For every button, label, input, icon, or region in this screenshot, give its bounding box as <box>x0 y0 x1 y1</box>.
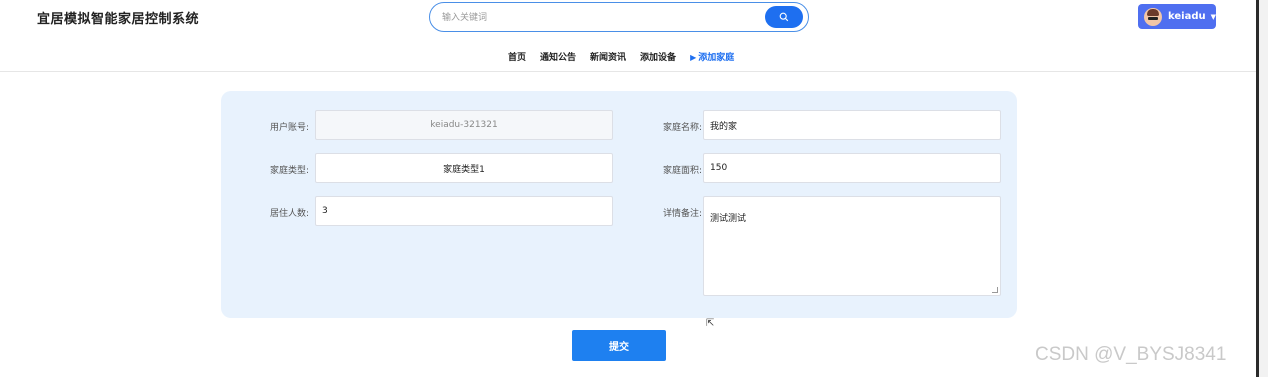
family-type-label: 家庭类型: <box>269 166 309 176</box>
main-nav: 首页 通知公告 新闻资讯 添加设备 ▶ 添加家庭 <box>508 50 762 63</box>
nav-item-home[interactable]: 首页 <box>508 50 526 63</box>
user-menu-button[interactable]: keiadu ▼ <box>1138 4 1216 29</box>
page: 宜居模拟智能家居控制系统 keiadu ▼ 首页 通知公告 新闻资讯 添加设备 … <box>0 0 1268 377</box>
submit-button[interactable]: 提交 <box>572 330 666 361</box>
resize-handle-icon[interactable] <box>992 287 998 293</box>
avatar-icon <box>1144 7 1162 26</box>
search-icon <box>779 12 789 22</box>
nav-item-notices[interactable]: 通知公告 <box>540 50 576 63</box>
area-label: 家庭面积: <box>662 166 702 176</box>
triangle-right-icon: ▶ <box>690 53 697 62</box>
family-name-label: 家庭名称: <box>662 123 702 133</box>
form-panel: 用户账号: keiadu-321321 家庭类型: 家庭类型1 居住人数: 3 … <box>221 91 1017 318</box>
nav-divider <box>0 71 1258 72</box>
watermark: CSDN @V_BYSJ8341 <box>1035 344 1227 365</box>
search-input[interactable] <box>442 9 742 27</box>
family-name-field[interactable]: 我的家 <box>703 110 1001 140</box>
notes-textarea[interactable]: 测试测试 <box>703 196 1001 296</box>
notes-label: 详情备注: <box>662 209 702 219</box>
window-edge-bg <box>1259 0 1268 377</box>
nav-item-add-family[interactable]: ▶ 添加家庭 <box>690 50 748 63</box>
account-field: keiadu-321321 <box>315 110 613 140</box>
nav-item-add-family-label: 添加家庭 <box>698 53 735 63</box>
residents-field[interactable]: 3 <box>315 196 613 226</box>
area-field[interactable]: 150 <box>703 153 1001 183</box>
notes-text: 测试测试 <box>710 214 747 224</box>
search-bar <box>429 2 809 32</box>
mouse-cursor-icon: ⇱ <box>706 318 715 329</box>
account-label: 用户账号: <box>269 123 309 133</box>
search-button[interactable] <box>765 6 803 28</box>
user-name: keiadu <box>1167 11 1206 22</box>
nav-item-news[interactable]: 新闻资讯 <box>590 50 626 63</box>
nav-item-add-device[interactable]: 添加设备 <box>640 50 676 63</box>
family-type-select[interactable]: 家庭类型1 <box>315 153 613 183</box>
caret-down-icon: ▼ <box>1210 12 1216 21</box>
residents-label: 居住人数: <box>269 209 309 219</box>
site-title: 宜居模拟智能家居控制系统 <box>37 12 200 27</box>
